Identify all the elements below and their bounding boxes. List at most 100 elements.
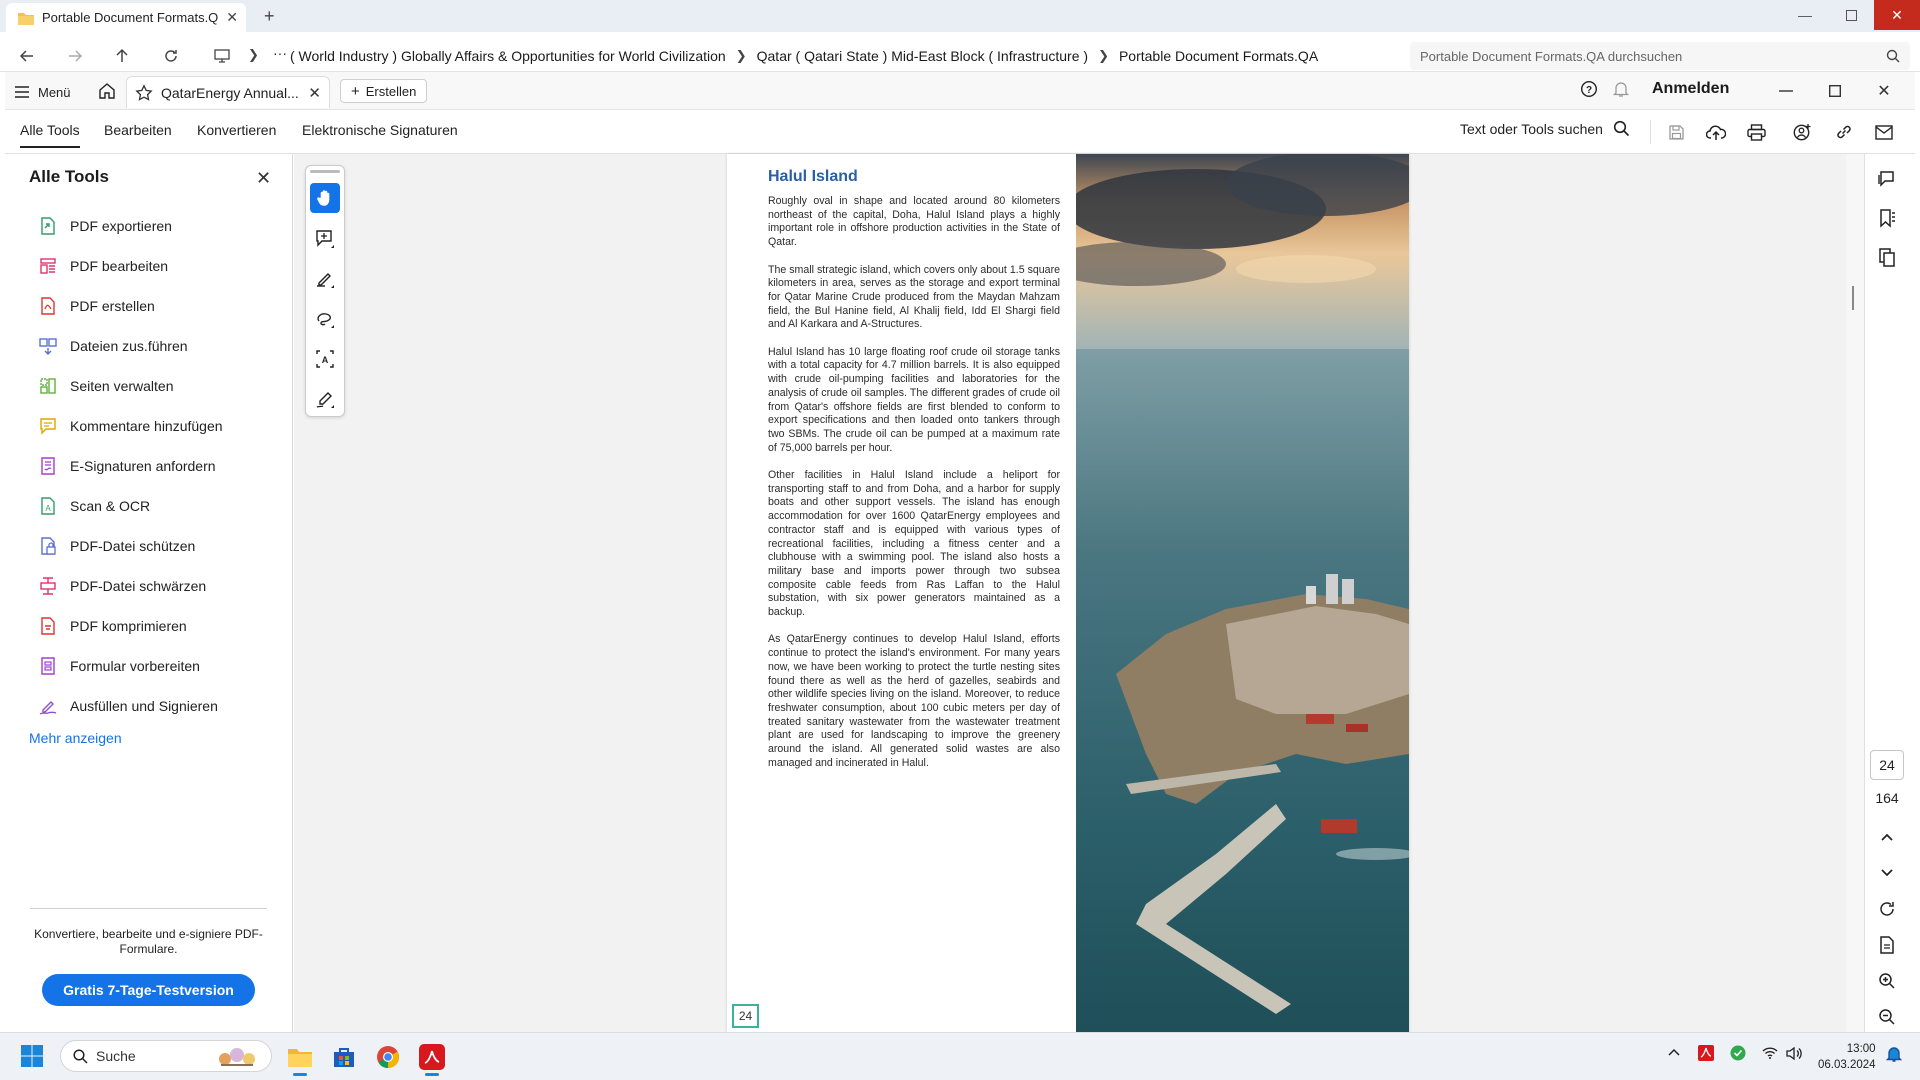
breadcrumb-item[interactable]: ( World Industry ) Globally Affairs & Op… xyxy=(290,48,726,64)
svg-text:?: ? xyxy=(1586,85,1592,96)
up-arrow-icon[interactable] xyxy=(108,42,136,70)
help-icon[interactable]: ? xyxy=(1580,80,1598,98)
panel-divider xyxy=(30,908,267,909)
windows-start-icon[interactable] xyxy=(20,1044,44,1068)
tool-add-comments[interactable]: Kommentare hinzufügen xyxy=(38,414,223,438)
tool-label: Dateien zus.führen xyxy=(70,338,188,354)
new-tab-button[interactable]: + xyxy=(264,6,275,27)
close-window-button[interactable]: ✕ xyxy=(1874,0,1920,30)
free-trial-button[interactable]: Gratis 7-Tage-Testversion xyxy=(42,974,255,1006)
link-icon[interactable] xyxy=(1830,118,1858,146)
prepare-form-icon xyxy=(38,656,58,676)
tools-search-label: Text oder Tools suchen xyxy=(1460,120,1603,137)
menu-button[interactable]: Menü xyxy=(14,80,71,104)
tool-fill-sign[interactable]: Ausfüllen und Signieren xyxy=(38,694,218,718)
tool-export-pdf[interactable]: PDF exportieren xyxy=(38,214,172,238)
file-explorer-app-icon[interactable] xyxy=(283,1040,317,1074)
text-recognition-tool-icon[interactable]: A xyxy=(310,344,340,374)
tab-e-signatures[interactable]: Elektronische Signaturen xyxy=(302,122,458,138)
document-tab[interactable]: QatarEnergy Annual... ✕ xyxy=(126,76,330,108)
tool-create-pdf[interactable]: PDF erstellen xyxy=(38,294,155,318)
refresh-icon[interactable] xyxy=(157,42,185,70)
back-arrow-icon[interactable] xyxy=(13,42,41,70)
tool-scan-ocr[interactable]: A Scan & OCR xyxy=(38,494,150,518)
print-icon[interactable] xyxy=(1742,118,1770,146)
tab-edit[interactable]: Bearbeiten xyxy=(104,122,172,138)
star-icon[interactable] xyxy=(135,83,153,102)
acrobat-maximize-button[interactable] xyxy=(1815,78,1855,104)
tab-all-tools[interactable]: Alle Tools xyxy=(20,122,80,148)
add-comment-tool-icon[interactable] xyxy=(310,224,340,254)
zoom-out-icon[interactable] xyxy=(1872,1002,1902,1032)
tool-label: PDF erstellen xyxy=(70,298,155,314)
explorer-tab-title: Portable Document Formats.Q xyxy=(42,10,219,25)
forward-arrow-icon[interactable] xyxy=(61,42,89,70)
show-hidden-icons-chevron[interactable] xyxy=(1668,1048,1680,1056)
tool-compress-pdf[interactable]: PDF komprimieren xyxy=(38,614,187,638)
share-user-icon[interactable] xyxy=(1788,118,1816,146)
acrobat-app-icon[interactable] xyxy=(415,1040,449,1074)
fill-sign-icon xyxy=(38,696,58,716)
folder-icon xyxy=(18,11,34,25)
tools-search-button[interactable]: Text oder Tools suchen xyxy=(1460,120,1630,137)
sign-in-button[interactable]: Anmelden xyxy=(1652,80,1729,98)
breadcrumb-item[interactable]: Portable Document Formats.QA xyxy=(1119,48,1318,64)
vertical-scrollbar[interactable] xyxy=(1846,154,1864,1032)
explorer-tab[interactable]: Portable Document Formats.Q ✕ xyxy=(6,3,246,32)
bookmarks-panel-icon[interactable] xyxy=(1872,203,1902,233)
show-more-link[interactable]: Mehr anzeigen xyxy=(29,730,122,746)
current-page-input[interactable]: 24 xyxy=(1870,750,1904,780)
save-icon[interactable] xyxy=(1662,118,1690,146)
page-thumbnails-icon[interactable] xyxy=(1872,242,1902,272)
tool-label: Formular vorbereiten xyxy=(70,658,200,674)
tool-request-esignatures[interactable]: E-Signaturen anfordern xyxy=(38,454,216,478)
tool-edit-pdf[interactable]: PDF bearbeiten xyxy=(38,254,168,278)
breadcrumb-item[interactable]: Qatar ( Qatari State ) Mid-East Block ( … xyxy=(757,48,1088,64)
zoom-in-icon[interactable] xyxy=(1872,966,1902,996)
more-locations-button[interactable]: ··· xyxy=(273,45,287,61)
close-document-tab-icon[interactable]: ✕ xyxy=(308,84,321,102)
home-icon[interactable] xyxy=(94,78,120,104)
tray-clock[interactable]: 13:00 06.03.2024 xyxy=(1818,1041,1876,1073)
taskbar-search-input[interactable]: Suche xyxy=(60,1040,272,1072)
explorer-search-input[interactable]: Portable Document Formats.QA durchsuchen xyxy=(1410,42,1910,70)
acrobat-minimize-button[interactable] xyxy=(1766,78,1806,104)
promo-text: Konvertiere, bearbeite und e-signiere PD… xyxy=(34,927,263,956)
highlight-pen-tool-icon[interactable] xyxy=(310,264,340,294)
hand-tool-icon[interactable] xyxy=(310,183,340,213)
security-tray-icon[interactable] xyxy=(1730,1045,1746,1061)
draw-freeform-tool-icon[interactable] xyxy=(310,304,340,334)
page-display-icon[interactable] xyxy=(1872,930,1902,960)
microsoft-store-icon[interactable] xyxy=(327,1040,361,1074)
scrollbar-thumb[interactable] xyxy=(1852,286,1854,310)
notification-bell-icon[interactable] xyxy=(1886,1046,1902,1062)
tool-organize-pages[interactable]: Seiten verwalten xyxy=(38,374,174,398)
close-panel-icon[interactable]: ✕ xyxy=(256,168,271,189)
close-tab-icon[interactable]: ✕ xyxy=(226,9,238,26)
comments-panel-icon[interactable] xyxy=(1872,164,1902,194)
acrobat-tray-icon[interactable] xyxy=(1698,1045,1714,1061)
tab-convert[interactable]: Konvertieren xyxy=(197,122,276,138)
tool-redact-pdf[interactable]: PDF-Datei schwärzen xyxy=(38,574,206,598)
tool-prepare-form[interactable]: Formular vorbereiten xyxy=(38,654,200,678)
email-icon[interactable] xyxy=(1870,118,1898,146)
search-icon xyxy=(73,1048,88,1064)
tool-combine-files[interactable]: Dateien zus.führen xyxy=(38,334,188,358)
search-icon xyxy=(1886,49,1900,63)
maximize-window-button[interactable] xyxy=(1828,0,1874,30)
acrobat-close-button[interactable]: ✕ xyxy=(1864,78,1904,104)
next-page-icon[interactable] xyxy=(1872,858,1902,888)
notification-bell-icon[interactable] xyxy=(1612,80,1630,98)
rotate-icon[interactable] xyxy=(1872,894,1902,924)
cloud-upload-icon[interactable] xyxy=(1702,118,1730,146)
tool-protect-pdf[interactable]: PDF-Datei schützen xyxy=(38,534,195,558)
fill-sign-tool-icon[interactable] xyxy=(310,384,340,414)
volume-icon[interactable] xyxy=(1786,1047,1802,1060)
this-pc-icon[interactable] xyxy=(208,42,236,70)
wifi-icon[interactable] xyxy=(1762,1047,1778,1059)
create-button[interactable]: + Erstellen xyxy=(340,79,428,103)
previous-page-icon[interactable] xyxy=(1872,822,1902,852)
minimize-window-button[interactable]: — xyxy=(1782,0,1828,30)
paragraph: Roughly oval in shape and located around… xyxy=(768,195,1060,249)
chrome-app-icon[interactable] xyxy=(371,1040,405,1074)
